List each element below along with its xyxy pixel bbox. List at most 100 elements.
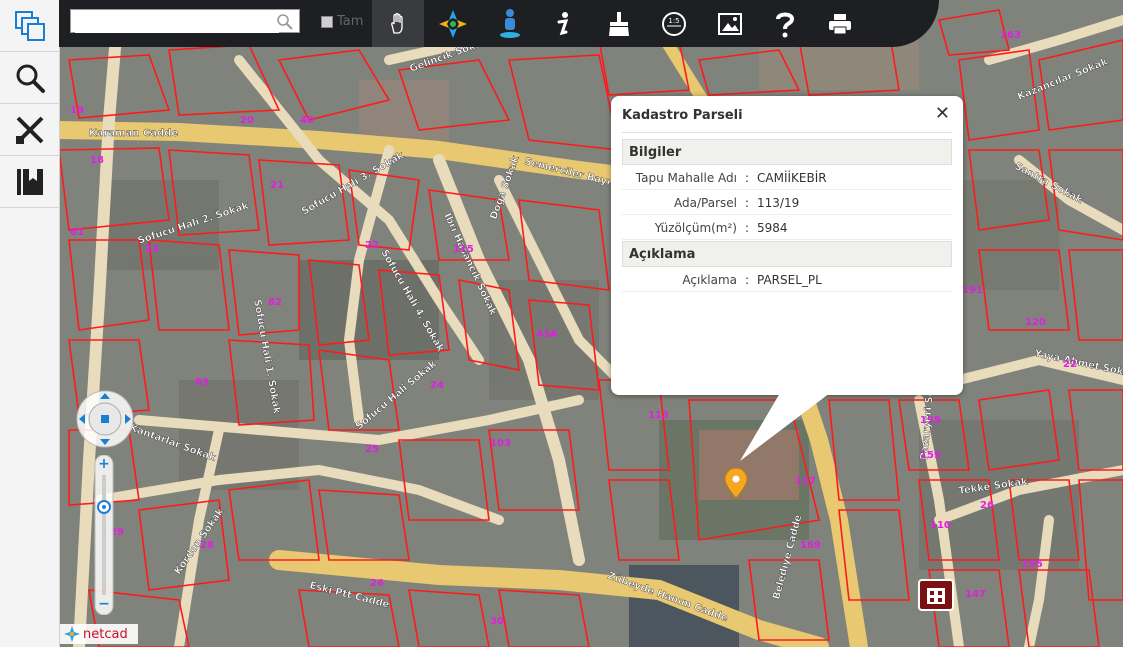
- full-screen-checkbox[interactable]: [321, 15, 333, 28]
- full-screen-toggle[interactable]: Tam: [321, 14, 363, 29]
- full-extent-button[interactable]: [427, 0, 479, 47]
- street-view-icon: [500, 8, 520, 38]
- svg-text:Karaman Cadde: Karaman Cadde: [89, 128, 178, 139]
- info-value: 113/19: [757, 195, 800, 210]
- clear-button[interactable]: [593, 0, 645, 47]
- help-icon: [776, 12, 795, 37]
- pan-hand-icon: [391, 12, 403, 34]
- bookmarks-icon: [16, 168, 43, 195]
- tools-icon: [15, 116, 43, 144]
- info-separator: :: [744, 195, 750, 210]
- section-info-header: Bilgiler: [622, 139, 952, 165]
- info-separator: :: [744, 170, 750, 185]
- parcel-number: 28: [200, 540, 214, 551]
- popup-title: Kadastro Parseli: [622, 108, 743, 123]
- info-value: CAMİİKEBİR: [757, 170, 827, 185]
- pan-tool-button[interactable]: [372, 0, 424, 47]
- parcel-number: 43A: [536, 329, 558, 340]
- parcel-number: 113: [648, 410, 669, 421]
- parcel-number: 163: [1000, 30, 1021, 41]
- full-extent-icon: [439, 9, 467, 38]
- help-button[interactable]: [759, 0, 811, 47]
- info-value: PARSEL_PL: [757, 272, 822, 287]
- info-key: Yüzölçüm(m²): [654, 220, 737, 235]
- zoom-control: + −: [92, 454, 116, 616]
- svg-text:1:5: 1:5: [668, 17, 679, 25]
- info-key: Açıklama: [682, 272, 737, 287]
- building-poi-icon[interactable]: [918, 579, 954, 611]
- info-value: 5984: [757, 220, 788, 235]
- info-row-mahalle: Tapu Mahalle Adı : CAMİİKEBİR: [622, 166, 952, 190]
- tools-button[interactable]: [0, 104, 59, 156]
- close-icon[interactable]: ✕: [935, 103, 950, 124]
- zoom-in-button[interactable]: +: [92, 455, 116, 473]
- section-desc-header: Açıklama: [622, 241, 952, 267]
- street-view-button[interactable]: [484, 0, 536, 47]
- info-key: Tapu Mahalle Adı: [635, 170, 737, 185]
- parcel-number: 40: [300, 115, 314, 126]
- parcel-number: 18: [90, 155, 104, 166]
- info-row-area: Yüzölçüm(m²) : 5984: [622, 216, 952, 240]
- top-toolbar: Tam 1:5: [59, 0, 939, 47]
- popup-pointer: [740, 393, 830, 461]
- parcel-number: 139: [920, 415, 941, 426]
- map-svg[interactable]: Karaman Cadde Semerciler Bayırı Sokak So…: [59, 0, 1123, 647]
- netcad-logo-icon: [64, 626, 80, 642]
- netcad-logo-text: netcad: [83, 626, 128, 642]
- parcel-number: 25: [365, 444, 379, 455]
- info-row-ada-parsel: Ada/Parsel : 113/19: [622, 191, 952, 215]
- parcel-number: 110: [930, 520, 951, 531]
- clear-brush-icon: [609, 11, 629, 36]
- parcel-number: 147: [965, 589, 986, 600]
- parcel-number: 83: [195, 377, 209, 388]
- parcel-number: 103: [490, 438, 511, 449]
- parcel-number: 120: [1025, 317, 1046, 328]
- layers-button[interactable]: [0, 0, 59, 52]
- search-input[interactable]: [75, 11, 279, 33]
- parcel-number: 61: [70, 227, 84, 238]
- print-button[interactable]: [814, 0, 866, 47]
- info-icon: [557, 11, 569, 35]
- scale-button[interactable]: 1:5: [648, 0, 700, 47]
- parcel-number: 30: [490, 616, 504, 627]
- search-icon: [16, 64, 45, 93]
- image-export-icon: [718, 12, 742, 35]
- parcel-number: 23: [145, 244, 159, 255]
- info-button[interactable]: [537, 0, 589, 47]
- search-icon[interactable]: [275, 12, 295, 32]
- parcel-number: 117: [795, 476, 816, 487]
- parcel-number: 21: [270, 180, 284, 191]
- parcel-number: 24: [430, 380, 444, 391]
- search-panel-button[interactable]: [0, 52, 59, 104]
- parcel-number: 20: [240, 115, 254, 126]
- parcel-number: 191: [962, 285, 983, 296]
- parcel-number: 22: [1063, 359, 1077, 370]
- full-screen-label: Tam: [337, 14, 364, 29]
- pan-control[interactable]: [72, 388, 138, 450]
- parcel-number: 169: [800, 540, 821, 551]
- parcel-number: 82: [268, 297, 282, 308]
- bookmarks-button[interactable]: [0, 156, 59, 208]
- print-icon: [829, 13, 851, 34]
- scale-icon: 1:5: [662, 11, 686, 36]
- search-box: [70, 9, 300, 33]
- info-key: Ada/Parsel: [674, 195, 737, 210]
- parcel-number: 19: [70, 105, 84, 116]
- left-sidebar: [0, 0, 60, 647]
- layers-icon: [14, 10, 45, 41]
- parcel-number: 22: [365, 240, 379, 251]
- parcel-number: 26: [370, 578, 384, 589]
- popup-divider: [622, 132, 952, 133]
- parcel-number: 115: [453, 244, 474, 255]
- parcel-number: 26: [980, 500, 994, 511]
- parcel-number: 155: [1022, 559, 1043, 570]
- info-separator: :: [744, 220, 750, 235]
- info-separator: :: [744, 272, 750, 287]
- parcel-info-popup: Kadastro Parseli ✕ Bilgiler Tapu Mahalle…: [611, 96, 963, 395]
- image-export-button[interactable]: [704, 0, 756, 47]
- map-canvas[interactable]: Karaman Cadde Semerciler Bayırı Sokak So…: [59, 0, 1123, 647]
- zoom-out-button[interactable]: −: [92, 595, 116, 613]
- parcel-number: 159: [920, 450, 941, 461]
- netcad-logo: netcad: [60, 624, 138, 644]
- desc-row: Açıklama : PARSEL_PL: [622, 268, 952, 292]
